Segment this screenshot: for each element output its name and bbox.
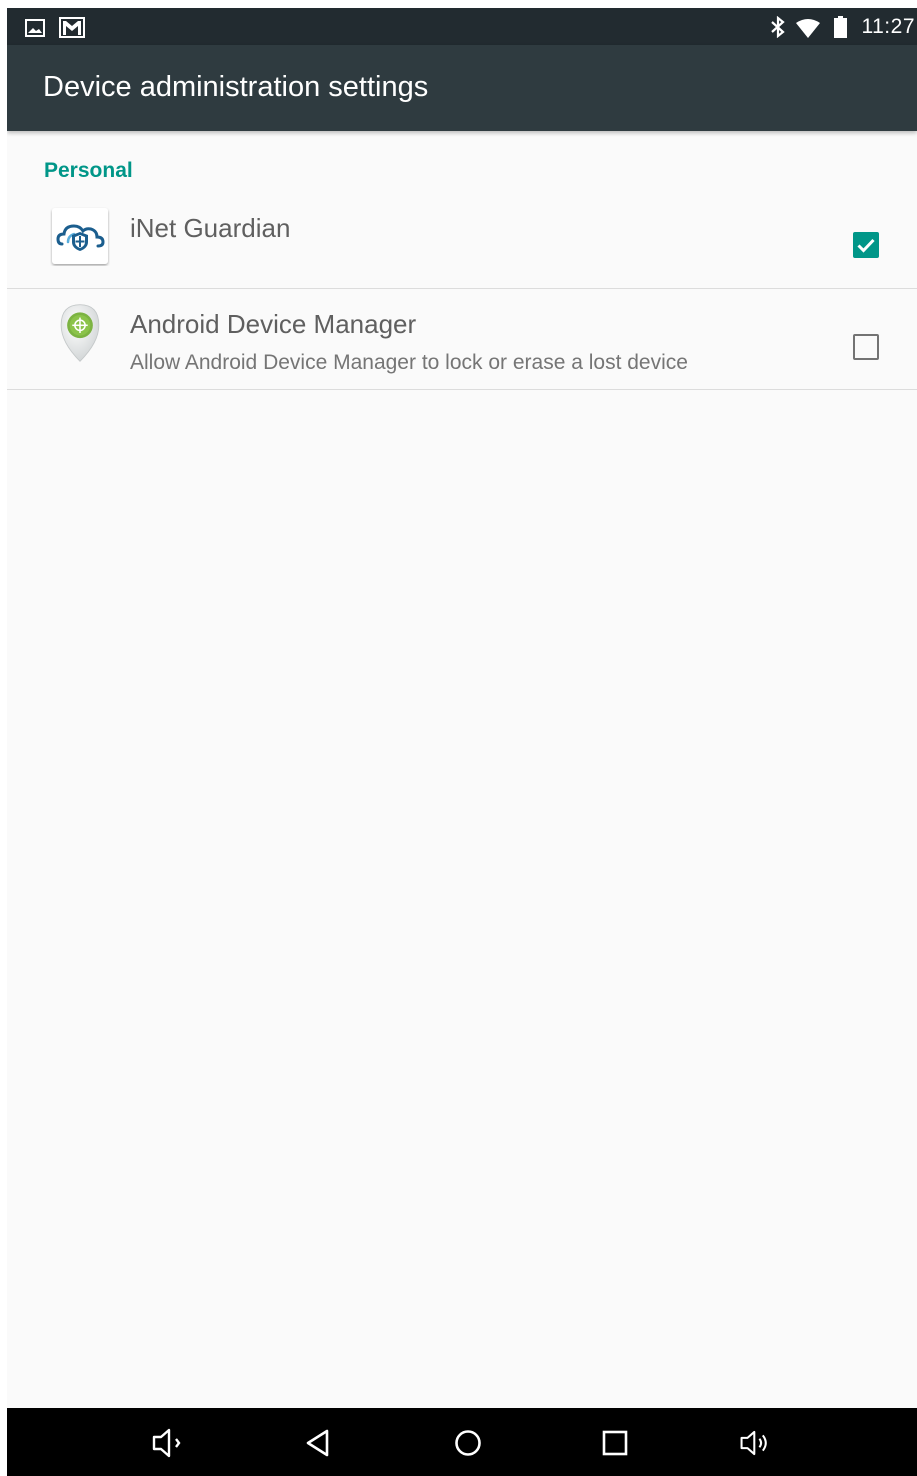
device-admin-item-inet-guardian[interactable]: iNet Guardian xyxy=(7,188,917,289)
item-summary: Allow Android Device Manager to lock or … xyxy=(130,351,688,374)
check-icon xyxy=(857,238,875,253)
bluetooth-icon xyxy=(771,16,785,38)
enable-checkbox-inet-guardian[interactable] xyxy=(853,232,879,258)
toolbar: Device administration settings xyxy=(7,45,917,131)
volume-down-icon[interactable] xyxy=(151,1426,185,1460)
status-bar: 11:27 xyxy=(7,8,917,45)
back-icon[interactable] xyxy=(303,1426,337,1460)
battery-icon xyxy=(834,16,847,38)
page-title: Device administration settings xyxy=(43,71,429,103)
inet-guardian-app-icon xyxy=(52,208,108,264)
screen: 11:27 Device administration settings Per… xyxy=(7,8,917,1476)
image-notification-icon xyxy=(25,19,45,37)
status-time: 11:27 xyxy=(861,15,915,38)
item-title: Android Device Manager xyxy=(130,309,417,339)
device-admin-item-android-device-manager[interactable]: Android Device Manager Allow Android Dev… xyxy=(7,289,917,390)
wifi-icon xyxy=(796,19,820,38)
item-title: iNet Guardian xyxy=(130,213,291,243)
enable-checkbox-android-device-manager[interactable] xyxy=(853,334,879,360)
home-icon[interactable] xyxy=(451,1426,485,1460)
section-header-personal: Personal xyxy=(44,159,133,182)
gmail-icon xyxy=(59,17,85,38)
navigation-bar xyxy=(7,1408,917,1476)
volume-up-icon[interactable] xyxy=(739,1426,773,1460)
android-device-manager-app-icon xyxy=(60,304,100,362)
recents-icon[interactable] xyxy=(598,1426,632,1460)
